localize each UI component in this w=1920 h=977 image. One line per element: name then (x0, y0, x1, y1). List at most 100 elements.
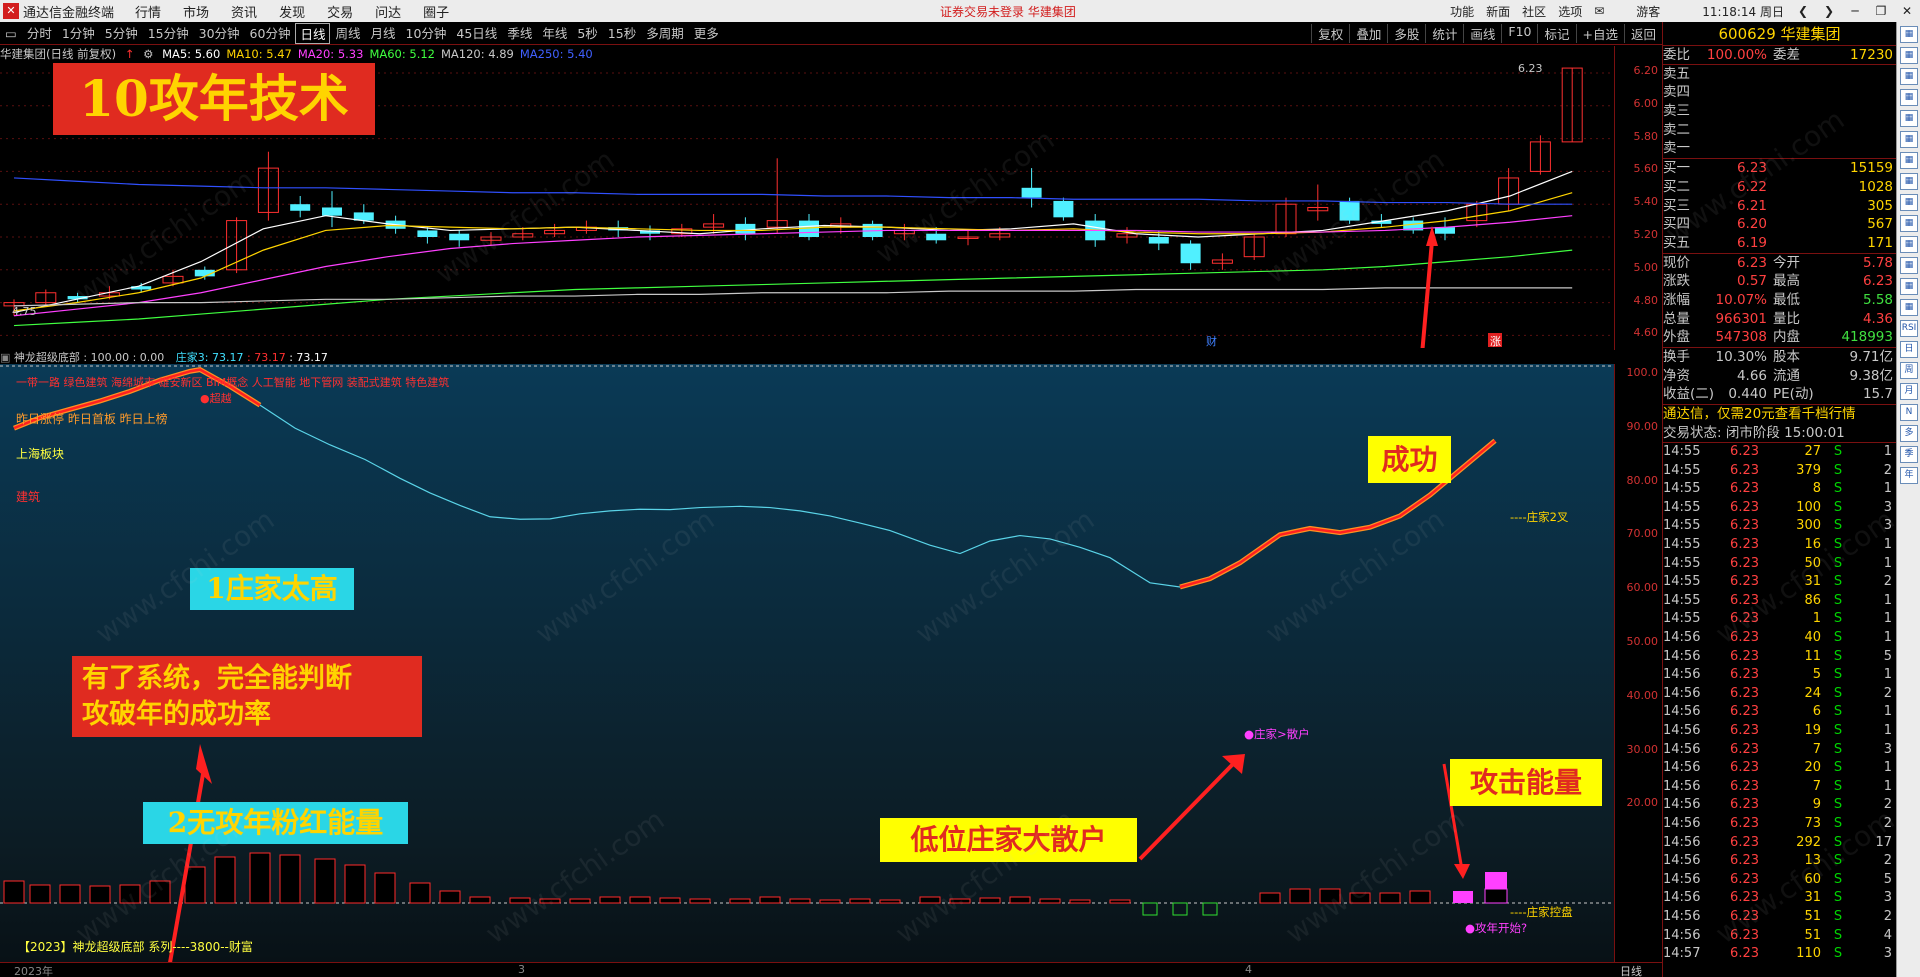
period-tab-2[interactable]: 5分钟 (100, 23, 143, 44)
energy-bar (979, 897, 1001, 904)
tick-row: 14:56 6.23 5 S 1 (1663, 666, 1896, 685)
close-icon[interactable]: ✕ (1894, 4, 1920, 18)
sell-level-row[interactable]: 卖五 (1663, 65, 1896, 84)
toolbar-button-0[interactable]: 复权 (1311, 23, 1349, 43)
menu-item-0[interactable]: 行情 (124, 2, 172, 21)
period-tab-14[interactable]: 15秒 (603, 23, 641, 44)
restore-icon[interactable]: ❐ (1868, 4, 1894, 18)
side-tool-icon[interactable]: ▦ (1900, 89, 1918, 106)
period-tab-3[interactable]: 15分钟 (143, 23, 194, 44)
buy-level-row[interactable]: 买四 6.20 567 (1663, 215, 1896, 234)
side-tool-icon[interactable]: ▦ (1900, 194, 1918, 211)
menu-item-1[interactable]: 市场 (172, 2, 220, 21)
stat-row: 总量 966301 量比 4.36 (1663, 310, 1896, 329)
side-tool-icon[interactable]: ▦ (1900, 110, 1918, 127)
toolbar-button-7[interactable]: +自选 (1575, 23, 1624, 43)
clock: 11:18:14 周日 (1702, 4, 1784, 19)
side-tool-4[interactable]: N (1900, 404, 1918, 421)
title-action-2[interactable]: 社区 (1516, 3, 1552, 20)
toolbar-button-8[interactable]: 返回 (1623, 23, 1662, 43)
sell-level-row[interactable]: 卖三 (1663, 102, 1896, 121)
tick-list[interactable]: 14:55 6.23 27 S 1 14:55 6.23 379 S 2 14:55 6.23 8 S 1 1… (1663, 443, 1896, 964)
side-tool-0[interactable]: RSI (1900, 320, 1918, 337)
buy-level-price: 6.23 (1736, 160, 1767, 177)
buy-level-row[interactable]: 买一 6.23 15159 (1663, 159, 1896, 178)
sell-level-row[interactable]: 卖一 (1663, 139, 1896, 158)
buy-level-row[interactable]: 买五 6.19 171 (1663, 234, 1896, 253)
back-icon[interactable]: ❮ (1790, 4, 1816, 18)
tick-row: 14:56 6.23 7 S 1 (1663, 778, 1896, 797)
period-tab-11[interactable]: 季线 (502, 23, 537, 44)
side-tool-icon[interactable]: ▦ (1900, 26, 1918, 43)
period-tab-9[interactable]: 10分钟 (401, 23, 452, 44)
promo-ad[interactable]: 通达信，仅需20元查看千档行情 (1663, 405, 1896, 424)
login-notice[interactable]: 证券交易未登录 华建集团 (940, 3, 1076, 20)
tick-cell: 2 (1883, 797, 1892, 813)
negative-energy-bar (1202, 902, 1218, 916)
side-tool-3[interactable]: 月 (1900, 383, 1918, 400)
forward-icon[interactable]: ❯ (1816, 4, 1842, 18)
side-tool-icon[interactable]: ▦ (1900, 215, 1918, 232)
toolbar-button-1[interactable]: 叠加 (1349, 23, 1387, 43)
side-tool-icon[interactable]: ▦ (1900, 47, 1918, 64)
side-tool-7[interactable]: 年 (1900, 467, 1918, 484)
toolbar-button-5[interactable]: F10 (1501, 23, 1537, 43)
annotation-system-judge: 有了系统，完全能判断 攻破年的成功率 (72, 656, 422, 737)
title-action-3[interactable]: 选项 (1552, 3, 1588, 20)
side-tool-5[interactable]: 多 (1900, 425, 1918, 442)
indicator-tick: 20.00 (1626, 796, 1659, 810)
period-tab-15[interactable]: 多周期 (641, 23, 689, 44)
buy-level-row[interactable]: 买三 6.21 305 (1663, 197, 1896, 216)
side-tool-icon[interactable]: ▦ (1900, 299, 1918, 316)
title-action-0[interactable]: 功能 (1444, 3, 1480, 20)
period-tab-16[interactable]: 更多 (689, 23, 724, 44)
side-tool-1[interactable]: 日 (1900, 341, 1918, 358)
side-tool-icon[interactable]: ▦ (1900, 278, 1918, 295)
tick-cell: 3 (1883, 741, 1892, 757)
title-action-1[interactable]: 新面 (1480, 3, 1516, 20)
toolbar-button-3[interactable]: 统计 (1425, 23, 1463, 43)
period-tab-13[interactable]: 5秒 (572, 23, 602, 44)
toolbar-button-2[interactable]: 多股 (1387, 23, 1425, 43)
side-tool-icon[interactable]: ▦ (1900, 257, 1918, 274)
minimize-icon[interactable]: ─ (1842, 4, 1868, 18)
sell-level-row[interactable]: 卖二 (1663, 121, 1896, 140)
side-tool-6[interactable]: 季 (1900, 446, 1918, 463)
period-tab-5[interactable]: 60分钟 (245, 23, 296, 44)
sell-level-row[interactable]: 卖四 (1663, 83, 1896, 102)
side-tool-icon[interactable]: ▦ (1900, 152, 1918, 169)
tick-cell: S (1833, 444, 1843, 460)
period-tab-0[interactable]: 分时 (22, 23, 57, 44)
side-tool-2[interactable]: 周 (1900, 362, 1918, 379)
side-tool-icon[interactable]: ▦ (1900, 131, 1918, 148)
period-tab-8[interactable]: 月线 (365, 23, 400, 44)
menu-item-4[interactable]: 交易 (316, 2, 364, 21)
period-tab-6[interactable]: 日线 (295, 22, 331, 44)
period-tab-12[interactable]: 年线 (537, 23, 572, 44)
mail-icon[interactable]: ✉ (1588, 4, 1610, 18)
stat-label-2: 股本 (1773, 349, 1800, 365)
user-label[interactable]: 游客 (1630, 3, 1666, 20)
tick-cell: S (1833, 537, 1843, 553)
tick-cell: 1 (1883, 537, 1892, 553)
tick-cell: 1 (1883, 444, 1892, 460)
settings-icon[interactable]: ⚙ (143, 47, 153, 61)
menu-item-5[interactable]: 问达 (364, 2, 412, 21)
price-tick: 5.00 (1633, 260, 1659, 274)
tick-cell: 5 (1812, 667, 1821, 683)
period-tab-1[interactable]: 1分钟 (57, 23, 100, 44)
layout-icon[interactable]: ▭ (0, 26, 22, 41)
period-tab-10[interactable]: 45日线 (451, 23, 502, 44)
menu-item-6[interactable]: 圈子 (412, 2, 460, 21)
side-tool-icon[interactable]: ▦ (1900, 173, 1918, 190)
side-tool-icon[interactable]: ▦ (1900, 236, 1918, 253)
menu-item-3[interactable]: 发现 (268, 2, 316, 21)
buy-level-row[interactable]: 买二 6.22 1028 (1663, 178, 1896, 197)
menu-item-2[interactable]: 资讯 (220, 2, 268, 21)
period-tab-4[interactable]: 30分钟 (194, 23, 245, 44)
toolbar-button-4[interactable]: 画线 (1463, 23, 1501, 43)
indicator-name: 神龙超级底部 : 100.00 : 0.00 (13, 351, 165, 364)
side-tool-icon[interactable]: ▦ (1900, 68, 1918, 85)
period-tab-7[interactable]: 周线 (330, 23, 365, 44)
toolbar-button-6[interactable]: 标记 (1537, 23, 1575, 43)
